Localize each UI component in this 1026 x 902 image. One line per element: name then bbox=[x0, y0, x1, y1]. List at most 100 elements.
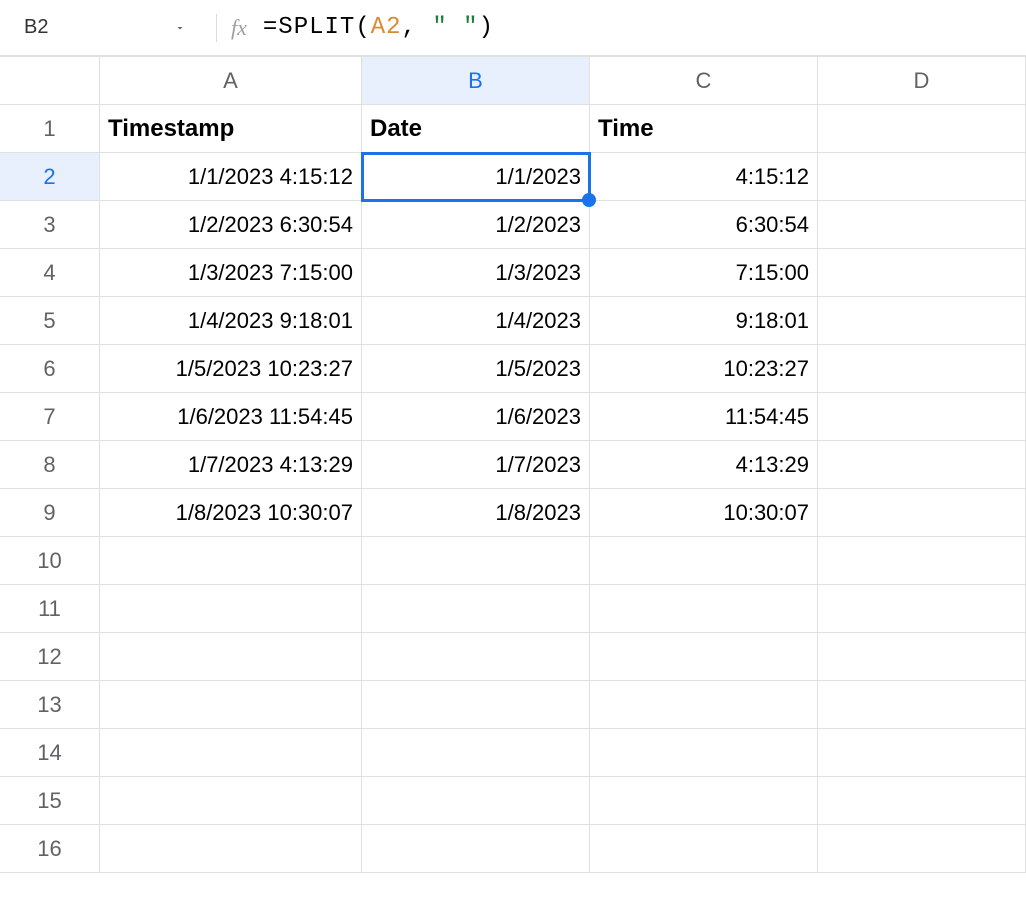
cell-A14[interactable] bbox=[100, 729, 362, 777]
cell-D4[interactable] bbox=[818, 249, 1026, 297]
cell-A4[interactable]: 1/3/2023 7:15:00 bbox=[100, 249, 362, 297]
name-box-container: B2 bbox=[8, 0, 210, 55]
cell-A11[interactable] bbox=[100, 585, 362, 633]
cell-D16[interactable] bbox=[818, 825, 1026, 873]
cell-A6[interactable]: 1/5/2023 10:23:27 bbox=[100, 345, 362, 393]
cell-B13[interactable] bbox=[362, 681, 590, 729]
cell-D11[interactable] bbox=[818, 585, 1026, 633]
cell-A9[interactable]: 1/8/2023 10:30:07 bbox=[100, 489, 362, 537]
cell-D1[interactable] bbox=[818, 105, 1026, 153]
cell-A8[interactable]: 1/7/2023 4:13:29 bbox=[100, 441, 362, 489]
cell-B7[interactable]: 1/6/2023 bbox=[362, 393, 590, 441]
formula-q2: " bbox=[463, 14, 478, 41]
cell-C10[interactable] bbox=[590, 537, 818, 585]
formula-input[interactable]: =SPLIT(A2, " ") bbox=[263, 14, 494, 41]
row-header-8[interactable]: 8 bbox=[0, 441, 100, 489]
row-header-14[interactable]: 14 bbox=[0, 729, 100, 777]
cell-C9[interactable]: 10:30:07 bbox=[590, 489, 818, 537]
row-header-16[interactable]: 16 bbox=[0, 825, 100, 873]
cell-D8[interactable] bbox=[818, 441, 1026, 489]
cell-C6[interactable]: 10:23:27 bbox=[590, 345, 818, 393]
cell-C11[interactable] bbox=[590, 585, 818, 633]
formula-fn: SPLIT bbox=[278, 14, 355, 41]
cell-B15[interactable] bbox=[362, 777, 590, 825]
cell-D3[interactable] bbox=[818, 201, 1026, 249]
row-header-2[interactable]: 2 bbox=[0, 153, 100, 201]
cell-B4[interactable]: 1/3/2023 bbox=[362, 249, 590, 297]
row-header-6[interactable]: 6 bbox=[0, 345, 100, 393]
formula-comma: , bbox=[402, 14, 433, 41]
cell-A10[interactable] bbox=[100, 537, 362, 585]
cell-B10[interactable] bbox=[362, 537, 590, 585]
column-header-C[interactable]: C bbox=[590, 57, 818, 105]
cell-B12[interactable] bbox=[362, 633, 590, 681]
cell-A15[interactable] bbox=[100, 777, 362, 825]
cell-C1[interactable]: Time bbox=[590, 105, 818, 153]
row-header-15[interactable]: 15 bbox=[0, 777, 100, 825]
cell-A5[interactable]: 1/4/2023 9:18:01 bbox=[100, 297, 362, 345]
row-header-13[interactable]: 13 bbox=[0, 681, 100, 729]
row-header-1[interactable]: 1 bbox=[0, 105, 100, 153]
row-header-7[interactable]: 7 bbox=[0, 393, 100, 441]
row-header-11[interactable]: 11 bbox=[0, 585, 100, 633]
cell-D15[interactable] bbox=[818, 777, 1026, 825]
cell-B14[interactable] bbox=[362, 729, 590, 777]
cell-D6[interactable] bbox=[818, 345, 1026, 393]
cell-B2[interactable]: 1/1/2023 bbox=[362, 153, 590, 201]
cell-C3[interactable]: 6:30:54 bbox=[590, 201, 818, 249]
cell-B16[interactable] bbox=[362, 825, 590, 873]
cell-C13[interactable] bbox=[590, 681, 818, 729]
row-header-3[interactable]: 3 bbox=[0, 201, 100, 249]
select-all-corner[interactable] bbox=[0, 57, 100, 105]
cell-A2[interactable]: 1/1/2023 4:15:12 bbox=[100, 153, 362, 201]
name-box[interactable]: B2 bbox=[24, 16, 48, 39]
cell-D9[interactable] bbox=[818, 489, 1026, 537]
cell-C5[interactable]: 9:18:01 bbox=[590, 297, 818, 345]
cell-B1[interactable]: Date bbox=[362, 105, 590, 153]
name-box-dropdown-icon[interactable] bbox=[174, 22, 186, 34]
cell-A1[interactable]: Timestamp bbox=[100, 105, 362, 153]
formula-eq: = bbox=[263, 14, 278, 41]
cell-D10[interactable] bbox=[818, 537, 1026, 585]
column-header-A[interactable]: A bbox=[100, 57, 362, 105]
formula-bar: B2 fx =SPLIT(A2, " ") bbox=[0, 0, 1026, 56]
cell-A16[interactable] bbox=[100, 825, 362, 873]
row-header-4[interactable]: 4 bbox=[0, 249, 100, 297]
column-header-D[interactable]: D bbox=[818, 57, 1026, 105]
cell-C7[interactable]: 11:54:45 bbox=[590, 393, 818, 441]
row-header-10[interactable]: 10 bbox=[0, 537, 100, 585]
column-header-B[interactable]: B bbox=[362, 57, 590, 105]
cell-D13[interactable] bbox=[818, 681, 1026, 729]
cell-C15[interactable] bbox=[590, 777, 818, 825]
cell-A7[interactable]: 1/6/2023 11:54:45 bbox=[100, 393, 362, 441]
cell-C16[interactable] bbox=[590, 825, 818, 873]
row-header-9[interactable]: 9 bbox=[0, 489, 100, 537]
cell-A3[interactable]: 1/2/2023 6:30:54 bbox=[100, 201, 362, 249]
row-header-12[interactable]: 12 bbox=[0, 633, 100, 681]
vertical-divider bbox=[216, 14, 217, 42]
cell-A13[interactable] bbox=[100, 681, 362, 729]
cell-B6[interactable]: 1/5/2023 bbox=[362, 345, 590, 393]
cell-B11[interactable] bbox=[362, 585, 590, 633]
cell-D2[interactable] bbox=[818, 153, 1026, 201]
formula-ref: A2 bbox=[371, 14, 402, 41]
cell-B3[interactable]: 1/2/2023 bbox=[362, 201, 590, 249]
formula-space bbox=[448, 14, 463, 41]
cell-B5[interactable]: 1/4/2023 bbox=[362, 297, 590, 345]
cell-B9[interactable]: 1/8/2023 bbox=[362, 489, 590, 537]
cell-A12[interactable] bbox=[100, 633, 362, 681]
cell-C8[interactable]: 4:13:29 bbox=[590, 441, 818, 489]
cell-C14[interactable] bbox=[590, 729, 818, 777]
cell-C12[interactable] bbox=[590, 633, 818, 681]
cell-C4[interactable]: 7:15:00 bbox=[590, 249, 818, 297]
spreadsheet-grid: ABCD1TimestampDateTime21/1/2023 4:15:121… bbox=[0, 56, 1026, 873]
cell-B8[interactable]: 1/7/2023 bbox=[362, 441, 590, 489]
formula-q1: " bbox=[432, 14, 447, 41]
cell-D14[interactable] bbox=[818, 729, 1026, 777]
cell-D5[interactable] bbox=[818, 297, 1026, 345]
cell-C2[interactable]: 4:15:12 bbox=[590, 153, 818, 201]
row-header-5[interactable]: 5 bbox=[0, 297, 100, 345]
cell-D12[interactable] bbox=[818, 633, 1026, 681]
formula-close: ) bbox=[479, 14, 494, 41]
cell-D7[interactable] bbox=[818, 393, 1026, 441]
